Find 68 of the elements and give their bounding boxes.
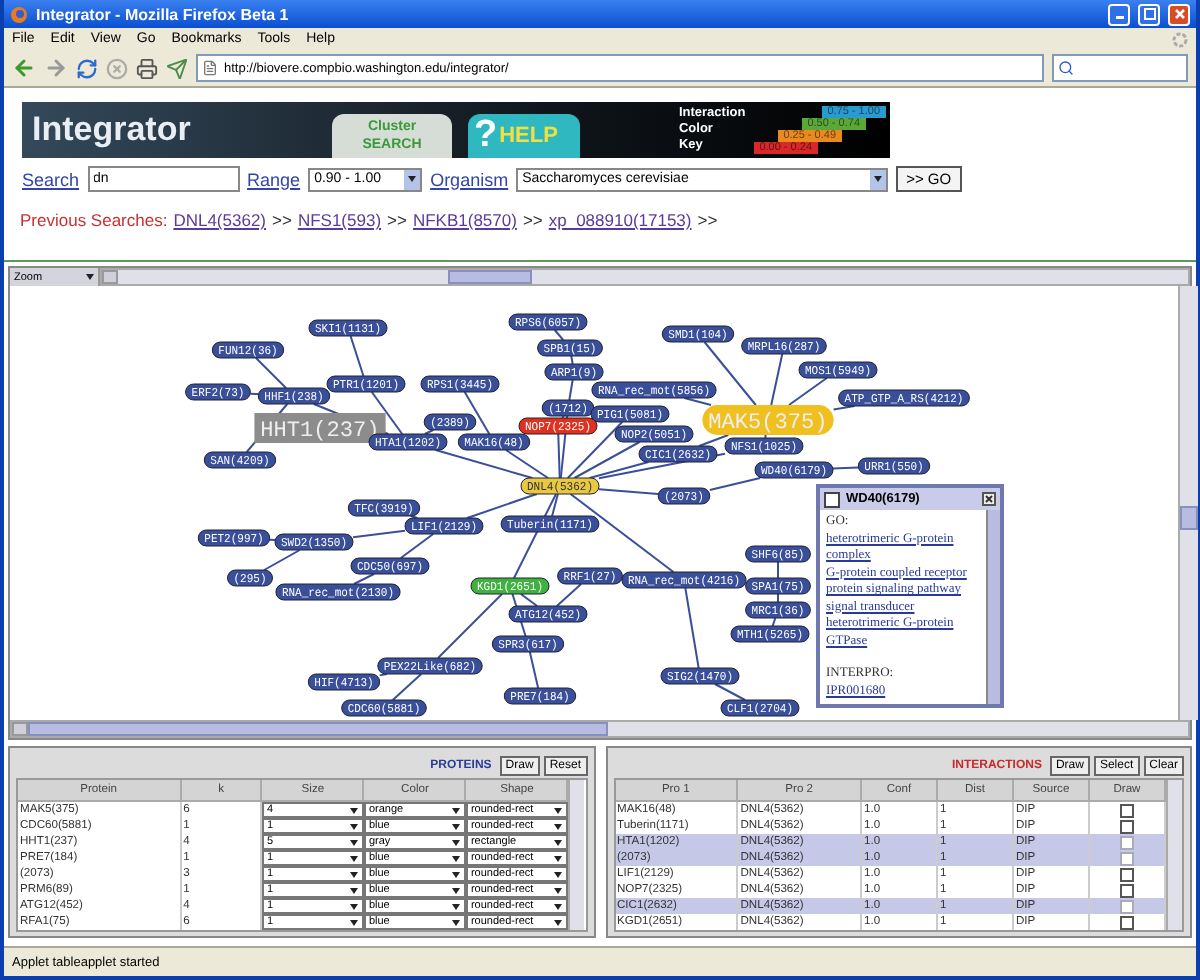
- edge-line: [263, 549, 301, 571]
- edge-line: [698, 434, 730, 447]
- edge-line: [268, 538, 276, 542]
- search-field[interactable]: [1052, 54, 1188, 82]
- window-title: Integrator - Mozilla Firefox Beta 1: [36, 5, 291, 23]
- edge-line: [528, 651, 540, 689]
- maximize-button[interactable]: [1138, 3, 1160, 25]
- edge-line: [353, 573, 375, 585]
- send-button[interactable]: [166, 57, 188, 79]
- search-icon: [1058, 60, 1074, 76]
- back-button[interactable]: [12, 56, 36, 80]
- browser-logo-icon: [10, 5, 28, 23]
- caret-icon: [350, 919, 359, 925]
- caret-icon: [554, 919, 563, 925]
- draw-checkbox[interactable]: [1119, 836, 1134, 850]
- draw-checkbox[interactable]: [1119, 884, 1134, 898]
- caret-icon: [452, 919, 461, 925]
- edge-line: [437, 593, 503, 659]
- draw-checkbox[interactable]: [1119, 900, 1134, 914]
- horizontal-scrollbar[interactable]: [100, 268, 1190, 286]
- separator: >>: [387, 210, 407, 230]
- reload-button[interactable]: [76, 57, 98, 79]
- draw-checkbox[interactable]: [1119, 852, 1134, 866]
- caret-icon: [408, 176, 417, 182]
- edge-line: [255, 357, 287, 389]
- throbber-icon: [1172, 31, 1188, 47]
- edge-line: [788, 377, 828, 406]
- draw-checkbox[interactable]: [1119, 820, 1134, 834]
- app-title: Integrator: [30, 110, 193, 150]
- edge-line: [770, 353, 784, 406]
- previous-search-link[interactable]: DNL4(5362): [173, 210, 267, 230]
- caret-icon: [86, 274, 94, 280]
- separator: >>: [272, 210, 292, 230]
- edge-line: [391, 673, 423, 701]
- table-scrollbar[interactable]: [568, 780, 585, 930]
- draw-checkbox[interactable]: [1119, 916, 1134, 930]
- close-icon[interactable]: [982, 492, 996, 506]
- close-icon: [1173, 8, 1185, 20]
- organism-link[interactable]: Organism: [430, 169, 509, 189]
- range-link[interactable]: Range: [247, 169, 301, 189]
- edge-line: [349, 335, 365, 377]
- previous-search-link[interactable]: NFKB1(8570): [412, 210, 517, 230]
- forward-button[interactable]: [44, 56, 68, 80]
- popup-scrollbar[interactable]: [986, 510, 1000, 704]
- horizontal-scrollbar[interactable]: [10, 720, 1190, 738]
- edge-line: [568, 379, 574, 401]
- previous-search-link[interactable]: NFS1(593): [297, 210, 382, 230]
- previous-search-link[interactable]: xp_088910(17153): [548, 210, 692, 230]
- separator: >>: [522, 210, 543, 230]
- search-link[interactable]: Search: [22, 169, 80, 189]
- draw-checkbox[interactable]: [1119, 868, 1134, 882]
- edge-line: [714, 683, 746, 701]
- edge-line: [832, 466, 860, 470]
- minimize-button[interactable]: [1108, 3, 1130, 25]
- separator: >>: [697, 210, 718, 230]
- stop-button[interactable]: [106, 57, 128, 79]
- print-button[interactable]: [136, 57, 158, 79]
- page-icon: [202, 60, 218, 76]
- edge-line: [555, 583, 583, 607]
- draw-checkbox[interactable]: [1119, 804, 1134, 818]
- edge-line: [684, 587, 700, 669]
- previous-searches-label: Previous Searches:: [20, 210, 168, 230]
- vertical-scrollbar[interactable]: [1178, 286, 1198, 720]
- caret-icon: [874, 176, 883, 182]
- popup-checkbox[interactable]: [824, 491, 840, 507]
- edge-line: [832, 405, 856, 411]
- close-button[interactable]: [1168, 3, 1190, 25]
- maximize-icon: [1143, 8, 1155, 20]
